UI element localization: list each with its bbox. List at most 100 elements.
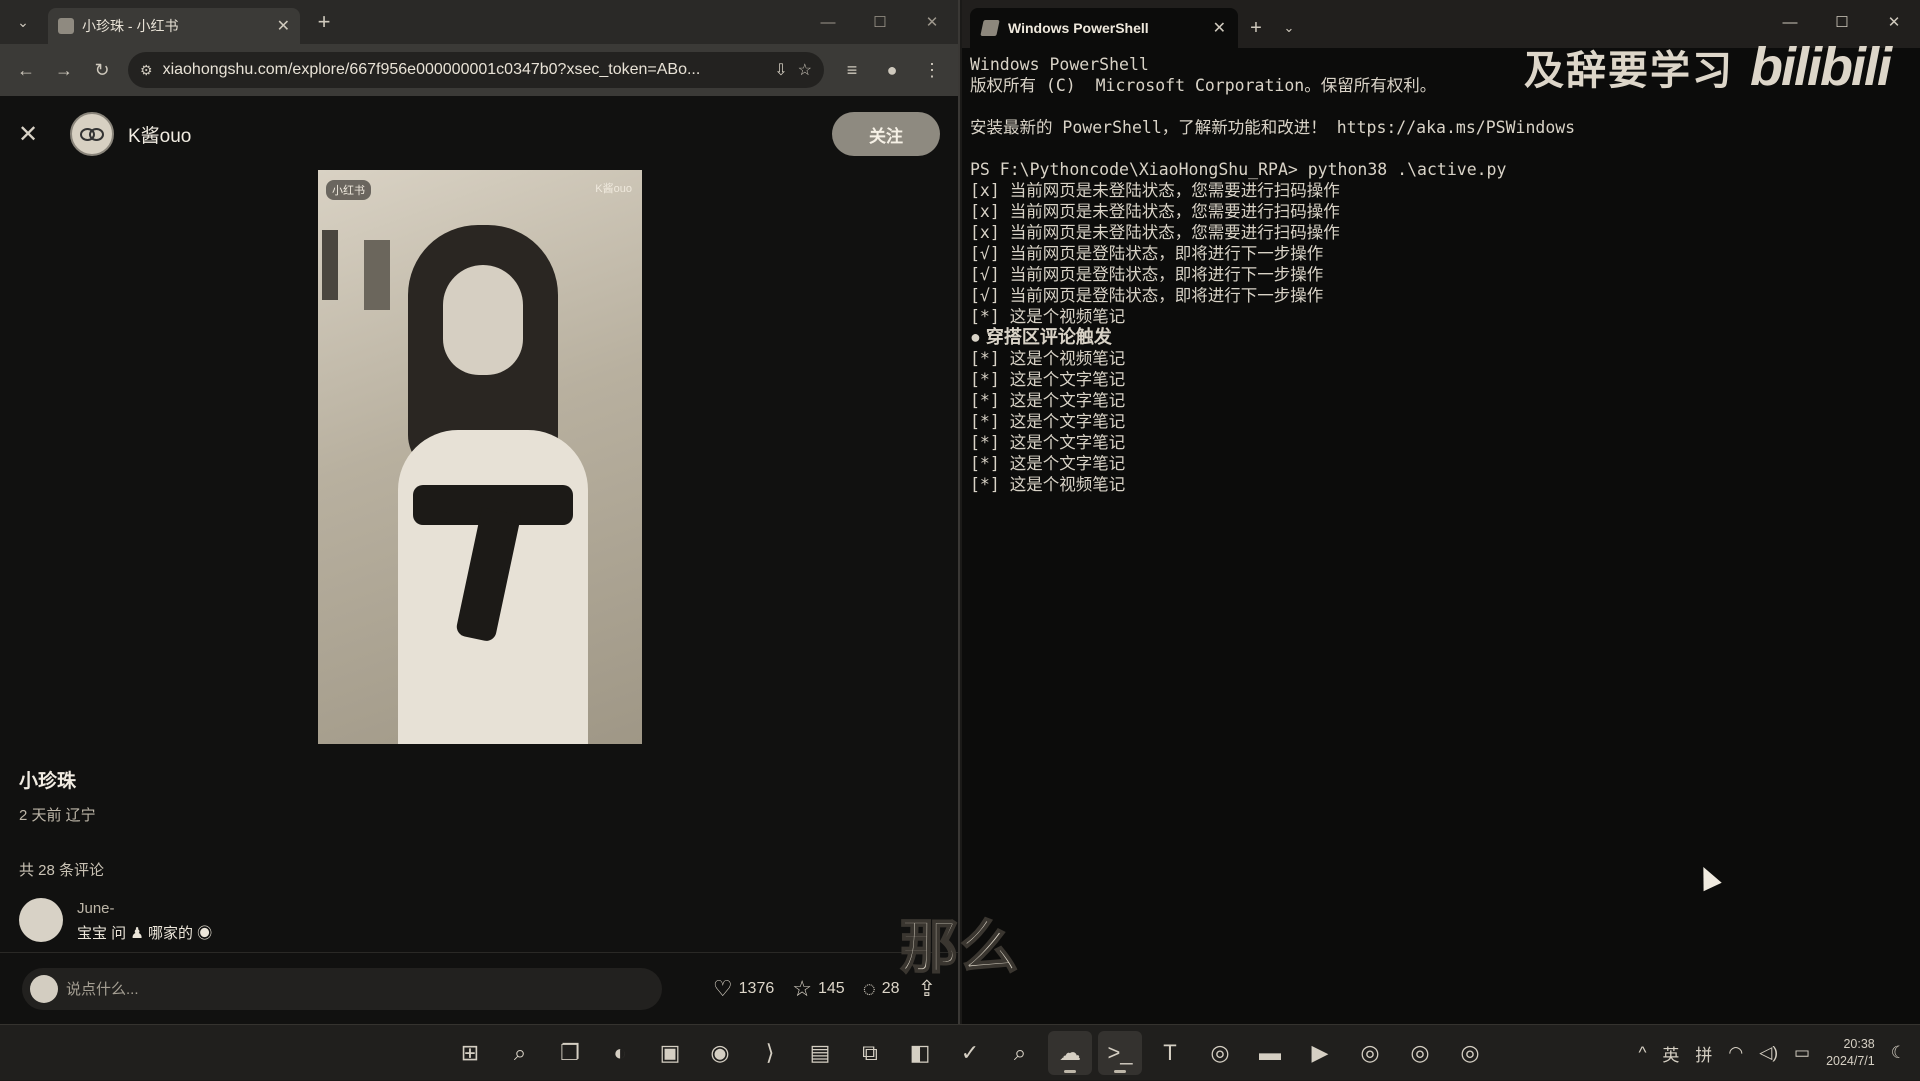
author-name[interactable]: K酱ouo xyxy=(128,121,191,148)
video-frame-decor xyxy=(443,265,523,375)
terminal-dropdown-icon[interactable]: ⌄ xyxy=(1274,8,1304,48)
channel-watermark: 及辞要学习 bilibili xyxy=(1524,36,1892,98)
terminal-line: [*] 这是个视频笔记 xyxy=(970,307,1126,326)
new-tab-button[interactable]: + xyxy=(310,9,338,35)
note-title: 小珍珠 xyxy=(19,771,77,792)
terminal-line: [x] 当前网页是未登陆状态，您需要进行扫码操作 xyxy=(970,202,1340,221)
commenter-name[interactable]: June- xyxy=(77,900,115,917)
input-method[interactable]: 拼 xyxy=(1695,1041,1712,1066)
url-text[interactable]: xiaohongshu.com/explore/667f956e00000000… xyxy=(163,61,765,79)
forward-button[interactable]: → xyxy=(48,54,80,86)
new-terminal-tab-button[interactable]: + xyxy=(1238,8,1274,48)
video-subtitle-caption: 那么 xyxy=(899,914,1021,981)
terminal-line: [x] 当前网页是未登陆状态，您需要进行扫码操作 xyxy=(970,181,1340,200)
site-info-icon[interactable]: ⚙ xyxy=(140,62,153,79)
comment-input[interactable]: 说点什么... xyxy=(22,967,662,1010)
terminal-line: [x] 当前网页是未登陆状态，您需要进行扫码操作 xyxy=(970,223,1340,242)
note-detail-page: ✕ K酱ouo 关注 小红书 K酱ouo 小珍珠 2 天前 辽宁 共 28 条评… xyxy=(0,96,958,1024)
video-watermark-logo: 小红书 xyxy=(326,180,371,200)
maximize-button[interactable]: ☐ xyxy=(854,0,906,44)
comment-text: 宝宝 问 ♟ 哪家的 ◉ xyxy=(77,925,213,942)
chrome3-icon[interactable]: ◎ xyxy=(1398,1031,1442,1075)
terminal-line: [*] 这是个文字笔记 xyxy=(970,391,1126,410)
video-frame-decor xyxy=(322,230,338,300)
terminal-output[interactable]: Windows PowerShell 版权所有 (C) Microsoft Cor… xyxy=(970,54,1912,1024)
notes-icon[interactable]: ▤ xyxy=(798,1031,842,1075)
close-terminal-tab-icon[interactable]: ✕ xyxy=(1213,18,1226,38)
chrome2-icon[interactable]: ◎ xyxy=(1348,1031,1392,1075)
notification-icon[interactable]: ☾ xyxy=(1891,1043,1906,1063)
close-note-icon[interactable]: ✕ xyxy=(18,120,58,149)
typora-icon[interactable]: T xyxy=(1148,1031,1192,1075)
copy-icon[interactable]: ⧉ xyxy=(848,1031,892,1075)
note-video[interactable]: 小红书 K酱ouo xyxy=(318,170,642,744)
profile-icon[interactable]: ● xyxy=(876,54,908,86)
collect-button[interactable]: ☆ 145 xyxy=(792,976,844,1002)
note-header: ✕ K酱ouo 关注 xyxy=(0,96,958,172)
terminal-tab-title: Windows PowerShell xyxy=(1008,20,1149,36)
check-icon[interactable]: ✓ xyxy=(948,1031,992,1075)
edge-icon[interactable]: ◐ xyxy=(598,1031,642,1075)
my-avatar xyxy=(30,974,58,1003)
terminal-icon[interactable]: >_ xyxy=(1098,1031,1142,1075)
battery-icon[interactable]: ▭ xyxy=(1794,1043,1810,1063)
author-avatar[interactable] xyxy=(70,112,114,156)
terminal-line: [*] 这是个文字笔记 xyxy=(970,370,1126,389)
reading-list-icon[interactable]: ≡ xyxy=(836,54,868,86)
clock-date: 2024/7/1 xyxy=(1826,1054,1875,1068)
task-view-icon[interactable]: ❐ xyxy=(548,1031,592,1075)
office-icon[interactable]: ◧ xyxy=(898,1031,942,1075)
video-frame-decor xyxy=(364,240,390,310)
app-icon[interactable]: ▣ xyxy=(648,1031,692,1075)
comments-button[interactable]: ◌ 28 xyxy=(863,976,900,1002)
system-tray: ^ 英 拼 ◠ ◁) ▭ 20:38 2024/7/1 ☾ xyxy=(1638,1025,1906,1081)
browser-tab-title: 小珍珠 - 小红书 xyxy=(82,18,179,34)
input-language[interactable]: 英 xyxy=(1662,1041,1679,1066)
tray-overflow-icon[interactable]: ^ xyxy=(1638,1043,1646,1063)
browser-tab[interactable]: 小珍珠 - 小红书 ✕ xyxy=(48,8,300,44)
address-bar[interactable]: ⚙ xiaohongshu.com/explore/667f956e000000… xyxy=(128,52,824,88)
search-icon[interactable]: ⌕ xyxy=(498,1031,542,1075)
clock-time: 20:38 xyxy=(1843,1037,1875,1051)
minimize-button[interactable]: — xyxy=(802,0,854,44)
terminal-line: PS F:\Pythoncode\XiaoHongShu_RPA> python… xyxy=(970,160,1507,179)
terminal-line: [*] 这是个文字笔记 xyxy=(970,412,1126,431)
vscode-icon[interactable]: ⟩ xyxy=(748,1031,792,1075)
note-meta: 2 天前 辽宁 xyxy=(19,807,96,824)
music-icon[interactable]: ◉ xyxy=(698,1031,742,1075)
browser-menu-icon[interactable]: ⋮ xyxy=(916,54,948,86)
terminal-line: [*] 这是个文字笔记 xyxy=(970,433,1126,452)
start-icon[interactable]: ⊞ xyxy=(448,1031,492,1075)
clock[interactable]: 20:38 2024/7/1 xyxy=(1826,1036,1875,1070)
close-window-button[interactable]: ✕ xyxy=(906,0,958,44)
powershell-icon xyxy=(980,20,1000,36)
browser-window-controls: — ☐ ✕ xyxy=(802,0,958,44)
explorer-icon[interactable]: ▬ xyxy=(1248,1031,1292,1075)
terminal-line: [√] 当前网页是登陆状态，即将进行下一步操作 xyxy=(970,244,1324,263)
terminal-line: [√] 当前网页是登陆状态，即将进行下一步操作 xyxy=(970,265,1324,284)
powershell-window: Windows PowerShell ✕ + ⌄ — ☐ ✕ Windows P… xyxy=(962,0,1920,1024)
follow-button[interactable]: 关注 xyxy=(832,112,940,156)
bookmark-star-icon[interactable]: ☆ xyxy=(798,60,812,80)
chrome4-icon[interactable]: ◎ xyxy=(1448,1031,1492,1075)
comments-count: 28 xyxy=(881,979,900,997)
install-app-icon[interactable]: ⇩ xyxy=(774,60,787,80)
chrome-icon[interactable]: ◎ xyxy=(1198,1031,1242,1075)
terminal-line: [√] 当前网页是登陆状态，即将进行下一步操作 xyxy=(970,286,1324,305)
reload-button[interactable]: ↻ xyxy=(86,54,118,86)
watermark-text: 及辞要学习 xyxy=(1524,49,1734,93)
tab-search-button[interactable]: ⌄ xyxy=(8,7,38,37)
wechat-icon[interactable]: ☁ xyxy=(1048,1031,1092,1075)
close-tab-icon[interactable]: ✕ xyxy=(277,16,290,36)
taskbar-apps: ⊞ ⌕ ❐ ◐ ▣ ◉ ⟩ ▤ ⧉ ◧ ✓ ⌕ ☁ >_ T ◎ ▬ ▶ ◎ ◎ ◎ xyxy=(448,1031,1492,1075)
volume-icon[interactable]: ◁) xyxy=(1759,1043,1778,1063)
terminal-line: [*] 这是个视频笔记 xyxy=(970,349,1126,368)
like-button[interactable]: ♡ 1376 xyxy=(713,976,774,1002)
search2-icon[interactable]: ⌕ xyxy=(998,1031,1042,1075)
terminal-tab[interactable]: Windows PowerShell ✕ xyxy=(970,8,1238,48)
commenter-avatar[interactable] xyxy=(19,898,63,942)
player-icon[interactable]: ▶ xyxy=(1298,1031,1342,1075)
wifi-icon[interactable]: ◠ xyxy=(1728,1043,1743,1063)
back-button[interactable]: ← xyxy=(10,54,42,86)
